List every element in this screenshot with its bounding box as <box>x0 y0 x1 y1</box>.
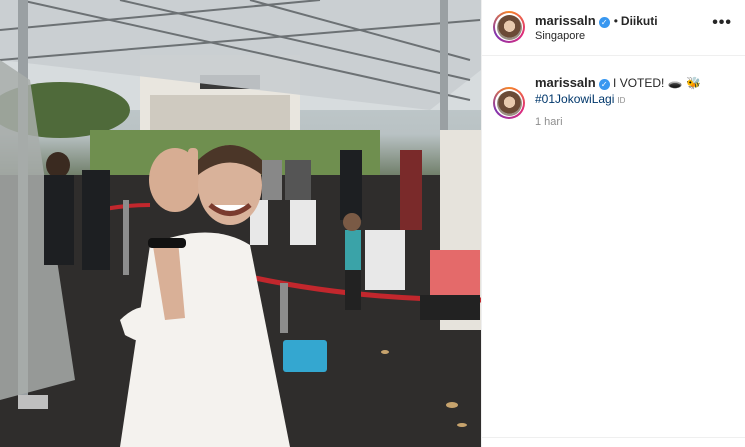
hashtag-link[interactable]: #01JokowiLagi <box>535 92 614 106</box>
header-username[interactable]: marissaln <box>535 13 596 28</box>
separator-dot: • <box>613 14 618 28</box>
verified-badge-icon: ✓ <box>598 17 610 28</box>
location-link[interactable]: Singapore <box>535 30 585 42</box>
caption-avatar[interactable] <box>493 87 525 119</box>
caption-text: marissaln ✓ I VOTED! 🕳️ 🐝 #01JokowiLagi ID <box>535 75 735 109</box>
follow-status-button[interactable]: Diikuti <box>621 14 658 28</box>
caption-emoji: 🕳️ 🐝 <box>667 76 701 90</box>
header-user-line: marissaln ✓ • Diikuti <box>535 13 658 28</box>
post-photo[interactable] <box>0 0 481 447</box>
caption-message: I VOTED! <box>613 76 665 90</box>
photo-illustration <box>0 0 481 447</box>
post-header: marissaln ✓ • Diikuti Singapore ••• <box>482 0 745 56</box>
header-avatar[interactable] <box>493 11 525 43</box>
language-tag: ID <box>617 96 626 105</box>
verified-badge-icon: ✓ <box>598 79 610 90</box>
divider <box>482 437 745 438</box>
caption-username[interactable]: marissaln <box>535 75 596 90</box>
post-timestamp[interactable]: 1 hari <box>535 116 563 128</box>
more-options-icon[interactable]: ••• <box>712 14 732 32</box>
post-sidebar: marissaln ✓ • Diikuti Singapore ••• marissa… <box>481 0 745 447</box>
